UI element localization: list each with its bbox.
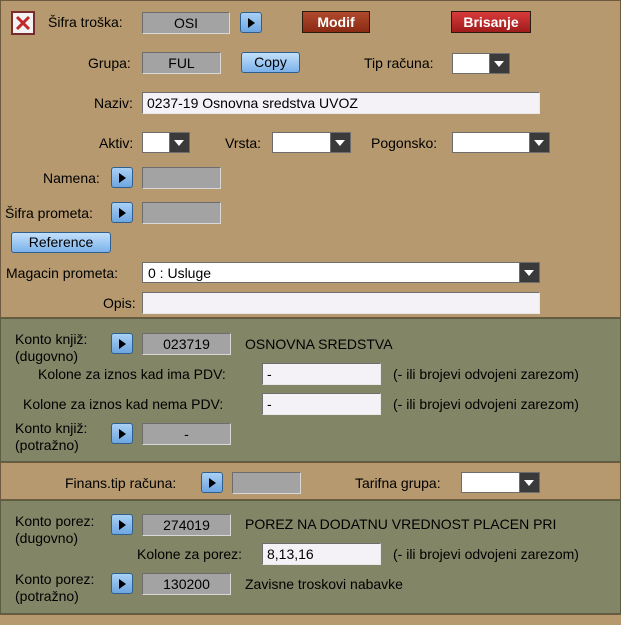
- konto-dugovno-sublabel: (dugovno): [15, 348, 79, 364]
- pogonsko-label: Pogonsko:: [371, 135, 438, 151]
- chevron-down-icon: [169, 133, 189, 152]
- sifra-field[interactable]: OSI: [142, 12, 230, 34]
- sifra-label: Šifra troška:: [48, 14, 123, 30]
- finans-lookup-button[interactable]: [201, 472, 223, 493]
- porez-potrazno-name: Zavisne troskovi nabavke: [245, 576, 403, 592]
- pdv-ima-input[interactable]: -: [262, 363, 381, 385]
- naziv-label: Naziv:: [94, 95, 133, 111]
- tarifna-label: Tarifna grupa:: [355, 475, 441, 491]
- porez-dugovno-field[interactable]: 274019: [142, 514, 231, 536]
- chevron-down-icon: [529, 133, 549, 152]
- porez-potrazno-lookup-button[interactable]: [111, 573, 133, 594]
- pogonsko-select[interactable]: [452, 132, 550, 153]
- tarifna-select[interactable]: [461, 472, 540, 493]
- namena-label: Namena:: [43, 170, 100, 186]
- vrsta-select[interactable]: [272, 132, 351, 153]
- sifra-prometa-lookup-button[interactable]: [111, 202, 133, 223]
- sifra-prometa-field[interactable]: [142, 202, 221, 224]
- kolone-porez-hint: (- ili brojevi odvojeni zarezom): [393, 546, 579, 562]
- magacin-select[interactable]: 0 : Usluge: [142, 262, 540, 283]
- sifra-prometa-label: Šifra prometa:: [5, 205, 93, 221]
- aktiv-select[interactable]: [142, 132, 190, 153]
- chevron-down-icon: [519, 473, 539, 492]
- pdv-nema-hint: (- ili brojevi odvojeni zarezom): [393, 396, 579, 412]
- namena-lookup-button[interactable]: [111, 167, 133, 188]
- chevron-down-icon: [330, 133, 350, 152]
- porez-dugovno-lookup-button[interactable]: [111, 514, 133, 535]
- finans-field[interactable]: [232, 472, 301, 494]
- chevron-down-icon: [489, 54, 509, 73]
- copy-button[interactable]: Copy: [241, 52, 300, 73]
- modif-button[interactable]: Modif: [302, 11, 370, 33]
- close-icon: [15, 15, 31, 31]
- konto-potrazno-label: Konto knjiž:: [15, 420, 88, 436]
- konto-dugovno-name: OSNOVNA SREDSTVA: [245, 336, 393, 352]
- porez-dugovno-sublabel: (dugovno): [15, 530, 79, 546]
- opis-label: Opis:: [103, 295, 136, 311]
- sifra-lookup-button[interactable]: [240, 12, 262, 33]
- porez-potrazno-label: Konto porez:: [15, 571, 95, 587]
- reference-button[interactable]: Reference: [11, 232, 111, 253]
- porez-dugovno-name: POREZ NA DODATNU VREDNOST PLACEN PRI: [245, 516, 557, 532]
- close-button[interactable]: [11, 11, 35, 35]
- konto-potrazno-sublabel: (potražno): [15, 437, 79, 453]
- konto-potrazno-field[interactable]: -: [142, 423, 231, 445]
- opis-input[interactable]: [142, 292, 540, 314]
- kolone-porez-input[interactable]: 8,13,16: [262, 543, 381, 565]
- konto-dugovno-label: Konto knjiž:: [15, 331, 88, 347]
- pdv-ima-label: Kolone za iznos kad ima PDV:: [38, 366, 226, 382]
- namena-field[interactable]: [142, 167, 221, 189]
- naziv-input[interactable]: 0237-19 Osnovna sredstva UVOZ: [142, 92, 540, 114]
- porez-potrazno-field[interactable]: 130200: [142, 573, 231, 595]
- grupa-field[interactable]: FUL: [142, 52, 221, 74]
- grupa-label: Grupa:: [88, 55, 131, 71]
- tip-racuna-select[interactable]: [452, 53, 510, 74]
- porez-potrazno-sublabel: (potražno): [15, 588, 79, 604]
- konto-dugovno-field[interactable]: 023719: [142, 333, 231, 355]
- finans-label: Finans.tip računa:: [65, 475, 177, 491]
- brisanje-button[interactable]: Brisanje: [451, 11, 531, 33]
- pdv-nema-input[interactable]: -: [262, 393, 381, 415]
- vrsta-label: Vrsta:: [225, 135, 262, 151]
- bottom-strip: [0, 614, 621, 625]
- pdv-nema-label: Kolone za iznos kad nema PDV:: [23, 396, 224, 412]
- kolone-porez-label: Kolone za porez:: [137, 546, 243, 562]
- pdv-ima-hint: (- ili brojevi odvojeni zarezom): [393, 366, 579, 382]
- tip-racuna-label: Tip računa:: [364, 55, 434, 71]
- chevron-down-icon: [519, 263, 539, 282]
- porez-dugovno-label: Konto porez:: [15, 513, 95, 529]
- aktiv-label: Aktiv:: [99, 135, 134, 151]
- magacin-value: 0 : Usluge: [148, 265, 212, 281]
- magacin-label: Magacin prometa:: [6, 265, 119, 281]
- konto-potrazno-lookup-button[interactable]: [111, 423, 133, 444]
- konto-dugovno-lookup-button[interactable]: [111, 333, 133, 354]
